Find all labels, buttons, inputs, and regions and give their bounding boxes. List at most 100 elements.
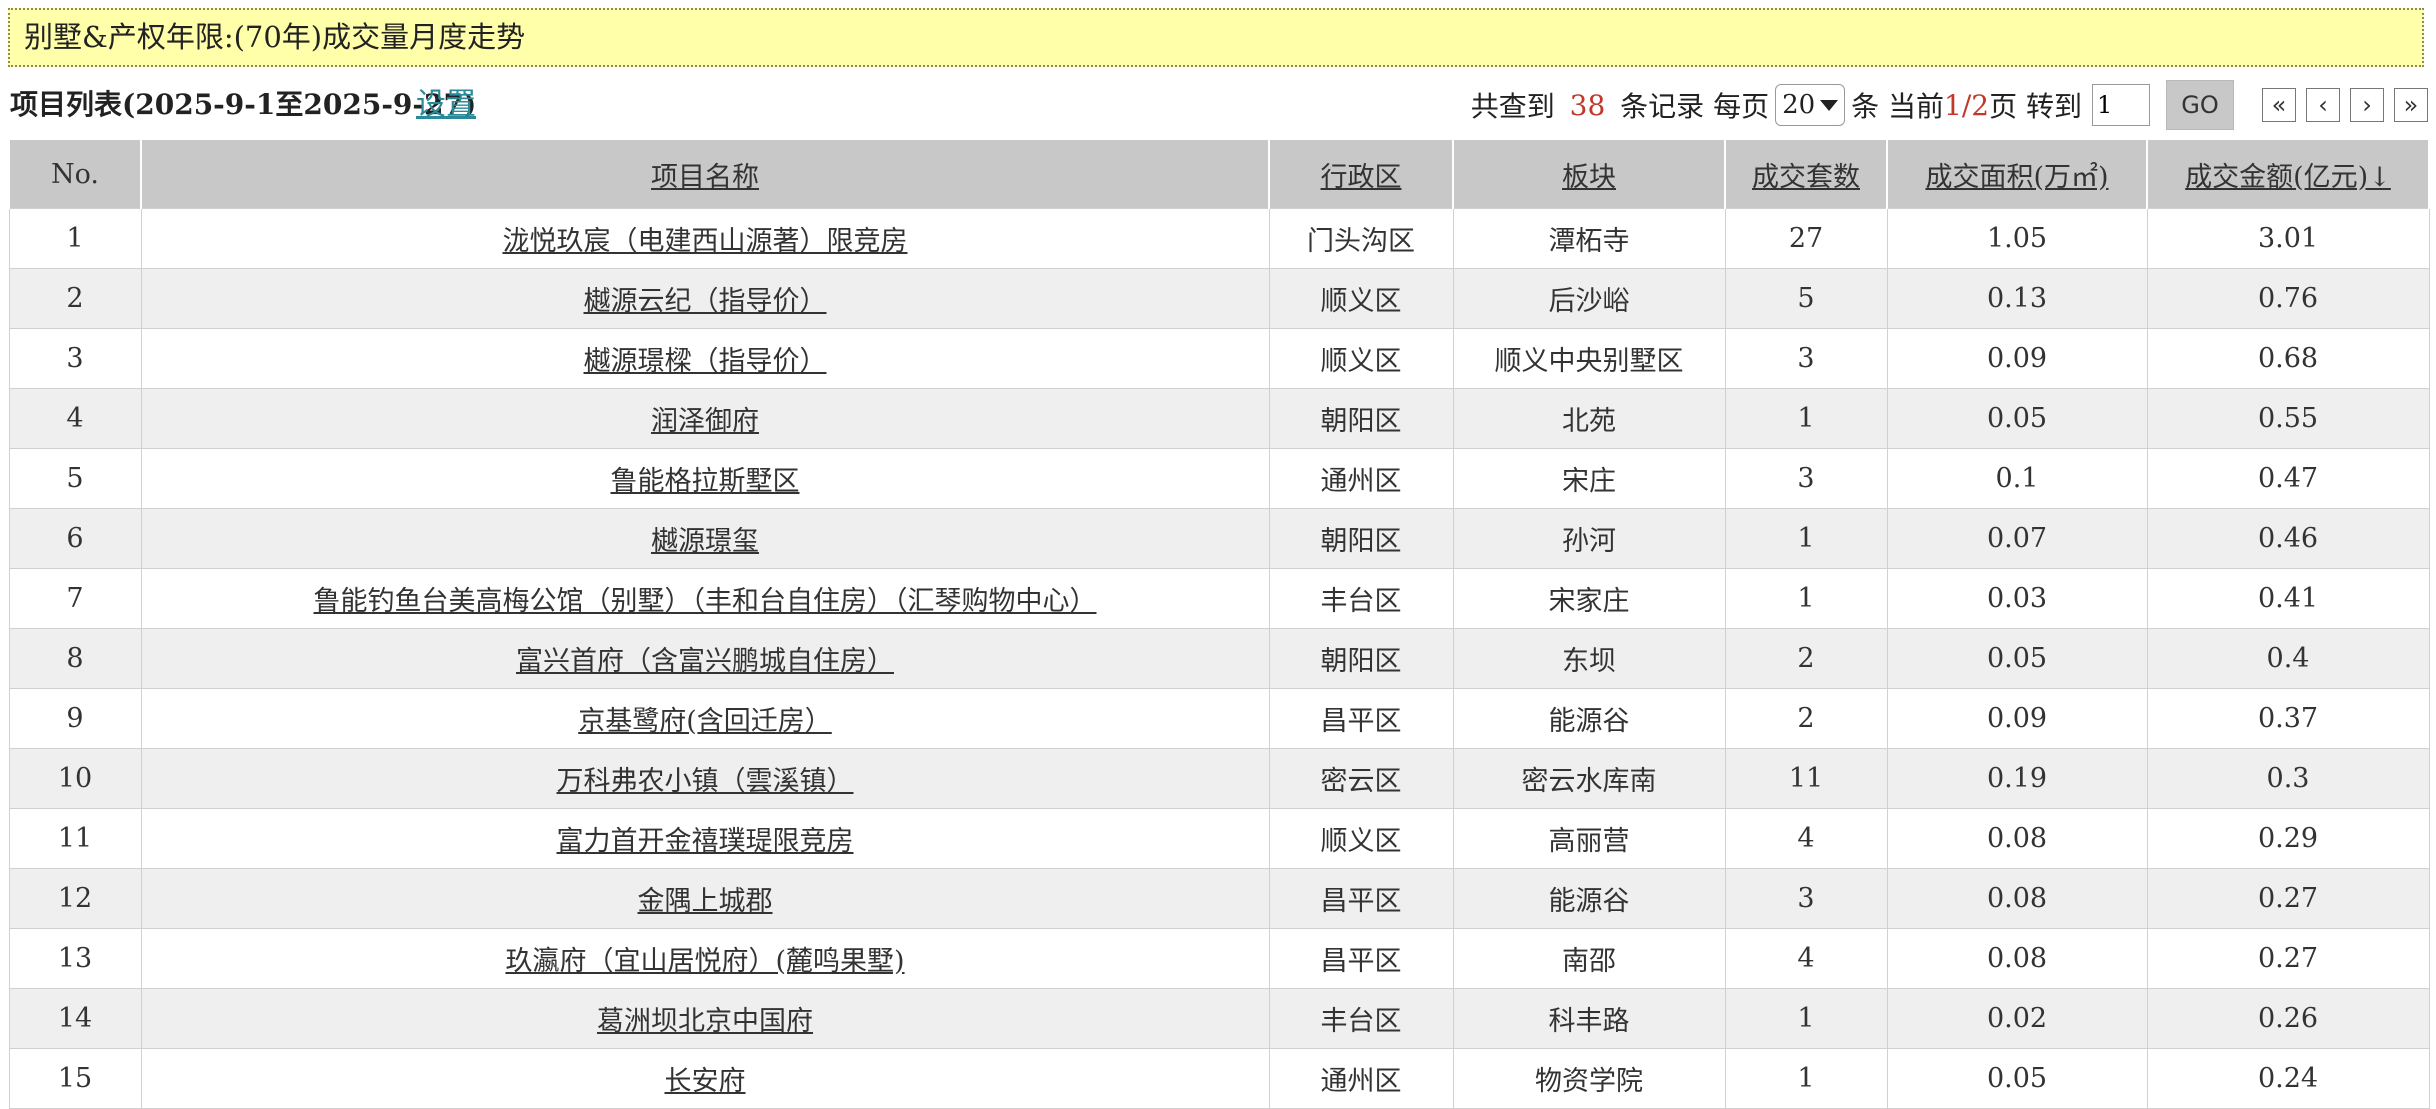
cell-row-number: 2 bbox=[8, 268, 142, 329]
cell-district: 顺义区 bbox=[1268, 808, 1454, 869]
list-toolbar: 项目列表(2025-9-1至2025-9-27) 设置 共查到 38 条记录 每… bbox=[8, 78, 2428, 132]
cell-units-sold: 1 bbox=[1724, 388, 1888, 449]
table-header-row: No. 项目名称 行政区 板块 成交套数 成交面积(万㎡) 成交金额(亿元)↓ bbox=[8, 140, 2430, 209]
cell-amount: 0.24 bbox=[2146, 1048, 2430, 1109]
project-name-link[interactable]: 富力首开金禧璞瑅限竞房 bbox=[557, 826, 854, 857]
column-header-amount[interactable]: 成交金额(亿元)↓ bbox=[2146, 140, 2430, 209]
project-table: No. 项目名称 行政区 板块 成交套数 成交面积(万㎡) 成交金额(亿元)↓ … bbox=[8, 140, 2430, 1109]
cell-project-name-link[interactable]: 万科弗农小镇（雲溪镇） bbox=[140, 748, 1270, 809]
table-row: 9 京基鹭府(含回迁房） 昌平区 能源谷 2 0.09 0.37 bbox=[8, 688, 2430, 749]
project-name-link[interactable]: 樾源璟玺 bbox=[651, 526, 759, 557]
cell-row-number: 14 bbox=[8, 988, 142, 1049]
cell-project-name-link[interactable]: 鲁能钓鱼台美高梅公馆（别墅）（丰和台自住房）（汇琴购物中心） bbox=[140, 568, 1270, 629]
cell-floor-area: 0.07 bbox=[1886, 508, 2148, 569]
cell-district: 顺义区 bbox=[1268, 268, 1454, 329]
project-name-link[interactable]: 长安府 bbox=[665, 1066, 746, 1097]
project-name-link[interactable]: 润泽御府 bbox=[651, 406, 759, 437]
table-row: 6 樾源璟玺 朝阳区 孙河 1 0.07 0.46 bbox=[8, 508, 2430, 569]
current-page: 1 bbox=[1944, 88, 1962, 122]
cell-area-block: 顺义中央别墅区 bbox=[1452, 328, 1726, 389]
cell-district: 昌平区 bbox=[1268, 688, 1454, 749]
table-row: 15 长安府 通州区 物资学院 1 0.05 0.24 bbox=[8, 1048, 2430, 1109]
prev-page-icon[interactable]: ‹ bbox=[2306, 88, 2340, 122]
cell-project-name-link[interactable]: 樾源云纪（指导价） bbox=[140, 268, 1270, 329]
project-name-link[interactable]: 鲁能格拉斯墅区 bbox=[611, 466, 800, 497]
cell-floor-area: 0.08 bbox=[1886, 868, 2148, 929]
cell-area-block: 宋家庄 bbox=[1452, 568, 1726, 629]
cell-row-number: 9 bbox=[8, 688, 142, 749]
cell-row-number: 1 bbox=[8, 208, 142, 269]
page-separator: / bbox=[1961, 88, 1972, 122]
project-name-link[interactable]: 玖瀛府（宜山居悦府）(麓鸣果墅) bbox=[505, 946, 904, 977]
cell-units-sold: 2 bbox=[1724, 688, 1888, 749]
page-indicator: 1/2 bbox=[1944, 89, 1989, 122]
cell-floor-area: 0.09 bbox=[1886, 328, 2148, 389]
first-page-icon[interactable]: « bbox=[2262, 88, 2296, 122]
goto-page-input[interactable] bbox=[2092, 84, 2150, 126]
cell-project-name-link[interactable]: 润泽御府 bbox=[140, 388, 1270, 449]
project-name-link[interactable]: 万科弗农小镇（雲溪镇） bbox=[557, 766, 854, 797]
cell-project-name-link[interactable]: 长安府 bbox=[140, 1048, 1270, 1109]
per-page-select[interactable]: 20 bbox=[1775, 84, 1846, 126]
table-row: 2 樾源云纪（指导价） 顺义区 后沙峪 5 0.13 0.76 bbox=[8, 268, 2430, 329]
cell-project-name-link[interactable]: 葛洲坝北京中国府 bbox=[140, 988, 1270, 1049]
cell-district: 昌平区 bbox=[1268, 868, 1454, 929]
cell-area-block: 能源谷 bbox=[1452, 688, 1726, 749]
cell-row-number: 10 bbox=[8, 748, 142, 809]
column-header-units-sold[interactable]: 成交套数 bbox=[1724, 140, 1888, 209]
cell-project-name-link[interactable]: 金隅上城郡 bbox=[140, 868, 1270, 929]
cell-project-name-link[interactable]: 富兴首府（含富兴鹏城自住房） bbox=[140, 628, 1270, 689]
cell-floor-area: 0.09 bbox=[1886, 688, 2148, 749]
cell-amount: 0.29 bbox=[2146, 808, 2430, 869]
go-button[interactable]: GO bbox=[2166, 80, 2234, 130]
project-name-link[interactable]: 京基鹭府(含回迁房） bbox=[578, 706, 832, 737]
cell-area-block: 宋庄 bbox=[1452, 448, 1726, 509]
cell-units-sold: 1 bbox=[1724, 508, 1888, 569]
project-name-link[interactable]: 泷悦玖宸（电建西山源著）限竞房 bbox=[503, 226, 908, 257]
column-header-area-block[interactable]: 板块 bbox=[1452, 140, 1726, 209]
cell-area-block: 密云水库南 bbox=[1452, 748, 1726, 809]
cell-project-name-link[interactable]: 泷悦玖宸（电建西山源著）限竞房 bbox=[140, 208, 1270, 269]
cell-units-sold: 2 bbox=[1724, 628, 1888, 689]
cell-district: 朝阳区 bbox=[1268, 508, 1454, 569]
project-name-link[interactable]: 樾源云纪（指导价） bbox=[584, 286, 827, 317]
cell-units-sold: 3 bbox=[1724, 448, 1888, 509]
pagination: 共查到 38 条记录 每页 20 条 当前 1/2 页 转到 GO « ‹ › … bbox=[1471, 78, 2428, 132]
last-page-icon[interactable]: » bbox=[2394, 88, 2428, 122]
cell-area-block: 潭柘寺 bbox=[1452, 208, 1726, 269]
cell-units-sold: 4 bbox=[1724, 928, 1888, 989]
per-page-value: 20 bbox=[1782, 90, 1816, 120]
column-header-district[interactable]: 行政区 bbox=[1268, 140, 1454, 209]
cell-area-block: 高丽营 bbox=[1452, 808, 1726, 869]
cell-district: 顺义区 bbox=[1268, 328, 1454, 389]
cell-project-name-link[interactable]: 樾源璟樑（指导价） bbox=[140, 328, 1270, 389]
next-page-icon[interactable]: › bbox=[2350, 88, 2384, 122]
cell-area-block: 北苑 bbox=[1452, 388, 1726, 449]
table-row: 5 鲁能格拉斯墅区 通州区 宋庄 3 0.1 0.47 bbox=[8, 448, 2430, 509]
project-name-link[interactable]: 金隅上城郡 bbox=[638, 886, 773, 917]
cell-project-name-link[interactable]: 京基鹭府(含回迁房） bbox=[140, 688, 1270, 749]
column-header-no: No. bbox=[8, 140, 142, 209]
per-page-unit: 条 当前 bbox=[1851, 90, 1944, 123]
column-header-floor-area[interactable]: 成交面积(万㎡) bbox=[1886, 140, 2148, 209]
cell-amount: 0.68 bbox=[2146, 328, 2430, 389]
cell-row-number: 12 bbox=[8, 868, 142, 929]
cell-row-number: 3 bbox=[8, 328, 142, 389]
project-name-link[interactable]: 富兴首府（含富兴鹏城自住房） bbox=[516, 646, 894, 677]
cell-project-name-link[interactable]: 鲁能格拉斯墅区 bbox=[140, 448, 1270, 509]
cell-units-sold: 1 bbox=[1724, 568, 1888, 629]
column-header-project-name[interactable]: 项目名称 bbox=[140, 140, 1270, 209]
cell-project-name-link[interactable]: 玖瀛府（宜山居悦府）(麓鸣果墅) bbox=[140, 928, 1270, 989]
project-name-link[interactable]: 鲁能钓鱼台美高梅公馆（别墅）（丰和台自住房）（汇琴购物中心） bbox=[314, 586, 1097, 617]
table-row: 11 富力首开金禧璞瑅限竞房 顺义区 高丽营 4 0.08 0.29 bbox=[8, 808, 2430, 869]
cell-district: 通州区 bbox=[1268, 1048, 1454, 1109]
settings-link[interactable]: 设置 bbox=[416, 78, 476, 132]
cell-district: 密云区 bbox=[1268, 748, 1454, 809]
project-name-link[interactable]: 葛洲坝北京中国府 bbox=[597, 1006, 813, 1037]
cell-amount: 0.76 bbox=[2146, 268, 2430, 329]
cell-area-block: 能源谷 bbox=[1452, 868, 1726, 929]
cell-units-sold: 5 bbox=[1724, 268, 1888, 329]
project-name-link[interactable]: 樾源璟樑（指导价） bbox=[584, 346, 827, 377]
cell-project-name-link[interactable]: 富力首开金禧璞瑅限竞房 bbox=[140, 808, 1270, 869]
cell-project-name-link[interactable]: 樾源璟玺 bbox=[140, 508, 1270, 569]
